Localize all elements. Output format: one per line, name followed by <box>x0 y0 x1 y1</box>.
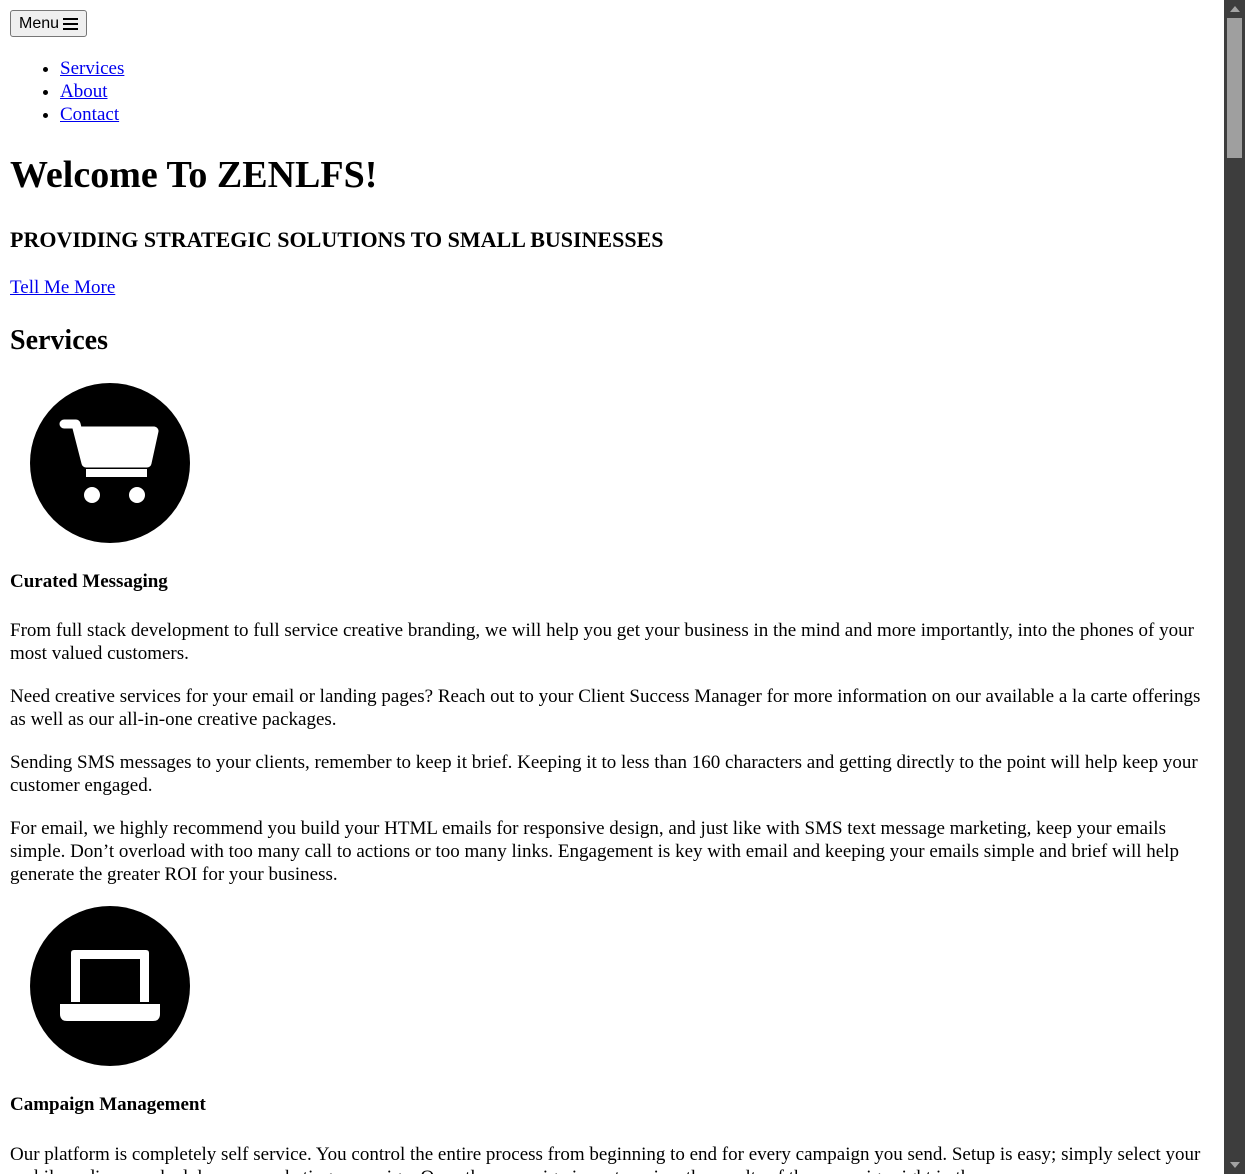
nav-item-contact: Contact <box>60 103 124 126</box>
laptop-icon <box>30 906 190 1066</box>
service-paragraph: Sending SMS messages to your clients, re… <box>10 752 1198 796</box>
scrollbar-thumb[interactable] <box>1227 18 1242 158</box>
service-paragraph: Need creative services for your email or… <box>10 686 1201 730</box>
menu-button-label: Menu <box>19 15 60 32</box>
nav-item-about: About <box>60 80 124 103</box>
scroll-down-arrow-icon[interactable] <box>1230 1162 1240 1168</box>
service-title-campaign-management: Campaign Management <box>10 1094 206 1115</box>
nav-link-contact[interactable]: Contact <box>60 104 119 125</box>
menu-button[interactable]: Menu <box>10 10 88 37</box>
nav-link-services[interactable]: Services <box>60 58 124 79</box>
hero-subtitle: PROVIDING STRATEGIC SOLUTIONS TO SMALL B… <box>10 227 664 252</box>
scroll-up-arrow-icon[interactable] <box>1230 6 1240 12</box>
shopping-cart-icon <box>30 383 190 543</box>
nav-item-services: Services <box>60 57 124 80</box>
hero-title: Welcome To ZENLFS! <box>10 154 378 196</box>
page: Menu Services About Contact Welcome To Z… <box>0 0 1224 1174</box>
service-paragraph: Our platform is completely self service.… <box>10 1144 1201 1174</box>
services-heading: Services <box>10 325 108 356</box>
main-nav: Services About Contact <box>0 57 124 126</box>
service-paragraph: For email, we highly recommend you build… <box>10 818 1179 885</box>
service-paragraph: From full stack development to full serv… <box>10 620 1194 664</box>
tell-me-more-link[interactable]: Tell Me More <box>10 276 115 299</box>
service-title-curated-messaging: Curated Messaging <box>10 571 168 592</box>
hamburger-icon <box>63 17 79 30</box>
vertical-scrollbar[interactable] <box>1224 0 1245 1174</box>
nav-link-about[interactable]: About <box>60 81 108 102</box>
